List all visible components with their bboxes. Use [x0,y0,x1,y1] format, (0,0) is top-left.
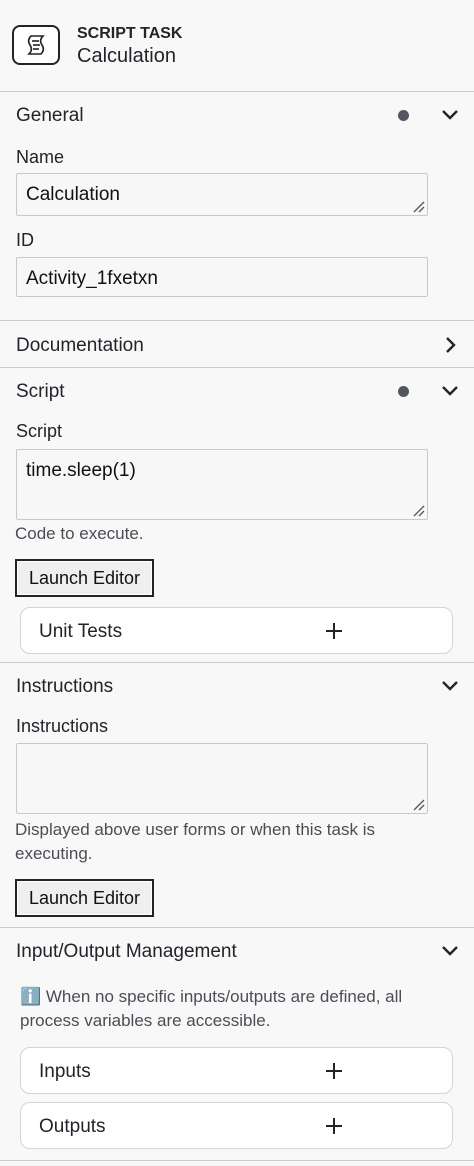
element-type: SCRIPT TASK [77,25,183,42]
script-hint: Code to execute. [15,524,144,543]
divider [0,367,474,368]
io-info-text: ℹ️ When no specific inputs/outputs are d… [20,987,403,1030]
add-unit-test-icon[interactable] [324,621,344,641]
divider [0,927,474,928]
name-value: Calculation [26,184,120,205]
group-io-title: Input/Output Management [16,941,237,962]
divider [0,320,474,321]
group-general-header[interactable]: General [0,93,474,137]
script-launch-editor-button[interactable]: Launch Editor [15,559,154,597]
group-instructions-title: Instructions [16,676,114,697]
id-value: Activity_1fxetxn [26,268,158,289]
divider [0,1160,474,1161]
resize-grip-icon[interactable] [411,199,425,213]
instructions-label: Instructions [16,716,109,736]
add-input-icon[interactable] [324,1061,344,1081]
group-io-header[interactable]: Input/Output Management [0,929,474,973]
divider [0,662,474,663]
script-task-icon [12,25,60,65]
script-label: Script [16,421,63,441]
name-label: Name [16,147,65,167]
script-value: time.sleep(1) [26,460,136,481]
data-indicator-dot [398,110,409,121]
name-field[interactable]: Calculation [16,173,428,216]
chevron-down-icon[interactable] [438,676,462,696]
instructions-launch-editor-button[interactable]: Launch Editor [15,879,154,917]
chevron-right-icon[interactable] [438,335,462,355]
chevron-down-icon[interactable] [438,941,462,961]
unit-tests-label: Unit Tests [39,621,123,642]
group-script-header[interactable]: Script [0,369,474,413]
data-indicator-dot [398,386,409,397]
add-output-icon[interactable] [324,1116,344,1136]
chevron-down-icon[interactable] [438,105,462,125]
properties-header: SCRIPT TASK Calculation [0,0,474,92]
instructions-hint: Displayed above user forms or when this … [15,820,375,863]
group-general-title: General [16,105,84,126]
resize-grip-icon[interactable] [411,797,425,811]
script-textarea[interactable]: time.sleep(1) [16,449,428,520]
group-instructions-header[interactable]: Instructions [0,664,474,708]
inputs-label: Inputs [39,1061,91,1082]
inputs-list[interactable]: Inputs [20,1047,453,1094]
resize-grip-icon[interactable] [411,503,425,517]
id-field[interactable]: Activity_1fxetxn [16,257,428,297]
group-script-title: Script [16,381,65,402]
unit-tests-list[interactable]: Unit Tests [20,607,453,654]
group-documentation-title: Documentation [16,335,144,356]
outputs-list[interactable]: Outputs [20,1102,453,1149]
chevron-down-icon[interactable] [438,381,462,401]
instructions-textarea[interactable] [16,743,428,814]
group-documentation-header[interactable]: Documentation [0,323,474,367]
element-name: Calculation [77,45,176,67]
id-label: ID [16,230,34,250]
outputs-label: Outputs [39,1116,106,1137]
